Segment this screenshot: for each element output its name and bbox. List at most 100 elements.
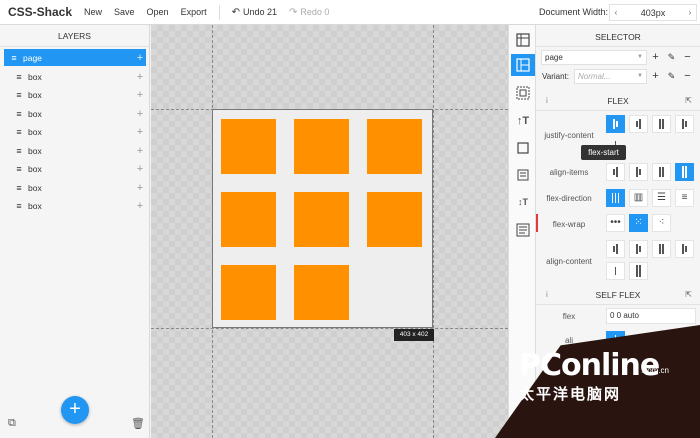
drag-handle-icon[interactable]: ≡ [7,53,21,63]
drag-handle-icon[interactable]: ≡ [12,183,26,193]
add-child-icon[interactable]: + [134,52,146,64]
align-items-stretch-option[interactable] [675,163,694,181]
direction-column-option[interactable]: ☰ [652,189,671,207]
document-width-value[interactable]: 403px [622,8,684,18]
layer-item-page[interactable]: ≡ page + [4,49,146,66]
document-width-stepper[interactable]: ‹ 403px › [609,4,697,21]
wrap-wrap-option[interactable]: ⁙ [629,214,648,232]
info-icon[interactable]: i [546,285,548,305]
wrap-nowrap-option[interactable]: ••• [606,214,625,232]
chevron-right-icon[interactable]: › [684,8,696,17]
chevron-left-icon[interactable]: ‹ [610,8,622,17]
add-child-icon[interactable]: + [134,145,146,157]
undo-button[interactable]: ↶ Undo 21 [226,0,283,25]
layer-label: box [28,200,42,211]
box-element[interactable] [367,192,422,247]
align-items-center-option[interactable] [629,163,648,181]
watermark-logo: PConline [519,348,660,383]
box-element[interactable] [221,119,276,174]
drag-handle-icon[interactable]: ≡ [12,164,26,174]
selector-dropdown[interactable]: page ▼ [541,50,647,65]
layer-item-box[interactable]: ≡ box + [4,142,146,159]
layer-item-box[interactable]: ≡ box + [4,105,146,122]
layer-label: box [28,126,42,137]
direction-column-reverse-option[interactable]: ≡ [675,189,694,207]
code-icon[interactable] [511,219,535,241]
flex-input[interactable]: 0 0 auto [606,308,696,324]
direction-row-reverse-option[interactable]: ▥ [629,189,648,207]
flex-layout-icon[interactable] [511,54,535,76]
page-element[interactable] [212,109,433,328]
drag-handle-icon[interactable]: ≡ [12,90,26,100]
layer-label: box [28,163,42,174]
layer-item-box[interactable]: ≡ box + [4,179,146,196]
design-canvas[interactable]: 403 x 402 [151,25,508,438]
align-content-flex-end-option[interactable] [652,240,671,258]
justify-space-between-option[interactable] [675,115,694,133]
layer-item-box[interactable]: ≡ box + [4,160,146,177]
add-child-icon[interactable]: + [134,182,146,194]
box-element[interactable] [221,192,276,247]
layer-item-box[interactable]: ≡ box + [4,68,146,85]
add-child-icon[interactable]: + [134,71,146,83]
drag-handle-icon[interactable]: ≡ [12,109,26,119]
align-content-space-around-option[interactable] [606,262,625,280]
undo-label: Undo 21 [242,6,277,17]
selector-title: SELECTOR [595,32,641,42]
align-items-flex-start-option[interactable] [606,163,625,181]
add-variant-button[interactable]: + [650,69,661,84]
add-child-icon[interactable]: + [134,200,146,212]
align-items-flex-end-option[interactable] [652,163,671,181]
drag-handle-icon[interactable]: ≡ [12,146,26,156]
typography-icon[interactable]: ↑T [511,110,535,132]
save-button[interactable]: Save [108,0,141,25]
box-element[interactable] [221,265,276,320]
open-button[interactable]: Open [141,0,175,25]
box-element[interactable] [294,119,349,174]
align-content-space-between-option[interactable] [675,240,694,258]
text-style-icon[interactable]: ↕T [511,191,535,213]
direction-row-option[interactable] [606,189,625,207]
edit-icon[interactable]: ✎ [666,50,677,65]
redo-button[interactable]: ↷ Redo 0 [283,0,335,25]
add-child-icon[interactable]: + [134,108,146,120]
layer-item-box[interactable]: ≡ box + [4,86,146,103]
add-selector-button[interactable]: + [650,50,661,65]
row-reverse-icon: ▥ [633,192,644,203]
add-layer-button[interactable]: + [61,396,89,424]
new-button[interactable]: New [78,0,108,25]
border-icon[interactable] [511,137,535,159]
variant-dropdown[interactable]: Normal... ▼ [574,69,647,84]
layer-item-box[interactable]: ≡ box + [4,123,146,140]
popout-icon[interactable]: ⇱ [685,285,692,305]
box-model-icon[interactable] [511,82,535,104]
remove-variant-button[interactable]: − [682,69,693,84]
export-button[interactable]: Export [175,0,213,25]
drag-handle-icon[interactable]: ≡ [12,127,26,137]
duplicate-icon[interactable]: ⧉ [8,417,16,430]
wrap-reverse-option[interactable]: ⁖ [652,214,671,232]
justify-flex-start-option[interactable] [606,115,625,133]
align-content-center-option[interactable] [629,240,648,258]
drag-handle-icon[interactable]: ≡ [12,72,26,82]
edit-icon[interactable]: ✎ [666,69,677,84]
justify-flex-end-option[interactable] [652,115,671,133]
justify-center-option[interactable] [629,115,648,133]
add-child-icon[interactable]: + [134,163,146,175]
popout-icon[interactable]: ⇱ [685,91,692,111]
layer-item-box[interactable]: ≡ box + [4,197,146,214]
remove-selector-button[interactable]: − [682,50,693,65]
add-child-icon[interactable]: + [134,89,146,101]
background-icon[interactable] [511,164,535,186]
info-icon[interactable]: i [546,91,548,111]
trash-icon[interactable]: 🗑 [131,417,145,430]
box-element[interactable] [367,119,422,174]
chevron-down-icon: ▼ [637,54,643,60]
box-element[interactable] [294,265,349,320]
grid-layout-icon[interactable] [511,29,535,51]
add-child-icon[interactable]: + [134,126,146,138]
align-content-stretch-option[interactable] [629,262,648,280]
align-content-flex-start-option[interactable] [606,240,625,258]
drag-handle-icon[interactable]: ≡ [12,201,26,211]
box-element[interactable] [294,192,349,247]
